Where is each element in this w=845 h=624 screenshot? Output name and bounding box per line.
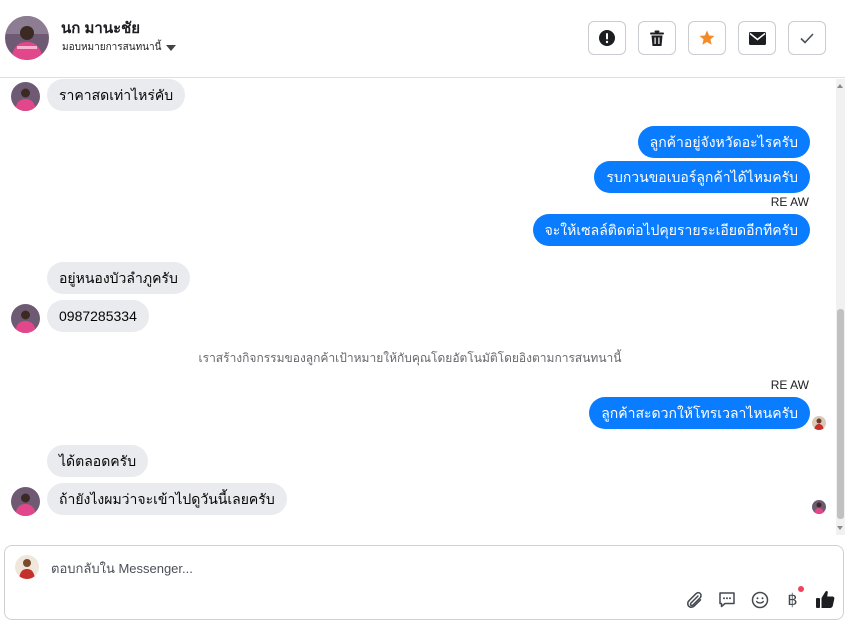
message-thread[interactable]: ราคาสดเท่าไหร่คับ ลูกค้าอยู่จังหวัดอะไรค… [0,79,836,535]
exclamation-icon [599,30,615,46]
mark-done-button[interactable] [788,21,826,55]
system-notice: เราสร้างกิจกรรมของลูกค้าเป้าหมายให้กับคุ… [198,351,622,365]
like-button[interactable] [814,588,837,611]
mark-unread-button[interactable] [738,21,776,55]
contact-avatar-small [11,487,40,516]
envelope-icon [748,31,766,45]
contact-avatar-small [11,82,40,111]
reply-composer: ฿ [4,545,844,620]
seen-indicator-avatar [812,500,826,514]
incoming-message[interactable]: 0987285334 [47,300,149,332]
contact-avatar[interactable] [5,16,49,60]
contact-avatar-small [11,304,40,333]
attach-button[interactable] [682,588,705,611]
conversation-header: นก มานะชัย มอบหมายการสนทนานี้ [0,0,845,78]
thread-scrollbar[interactable] [836,79,845,535]
thumbs-up-icon [816,591,835,608]
sender-tag: RE AW [770,378,809,392]
page-avatar [15,555,39,579]
seen-indicator-avatar [812,416,826,430]
reply-input[interactable] [51,561,651,576]
incoming-message[interactable]: ราคาสดเท่าไหร่คับ [47,79,186,111]
emoji-button[interactable] [748,588,771,611]
outgoing-message[interactable]: จะให้เซลล์ติดต่อไปคุยรายระเอียดอีกทีครับ [532,214,810,246]
scroll-up-arrow-icon[interactable] [837,84,843,88]
assign-conversation-dropdown[interactable]: มอบหมายการสนทนานี้ [62,40,177,55]
star-button[interactable] [688,21,726,55]
saved-replies-button[interactable] [715,588,738,611]
contact-name: นก มานะชัย [61,20,141,37]
composer-tools: ฿ [682,586,837,611]
outgoing-message[interactable]: ลูกค้าสะดวกให้โทรเวลาไหนครับ [589,397,810,429]
assign-label: มอบหมายการสนทนานี้ [62,42,162,53]
star-icon [699,30,715,45]
scroll-thumb[interactable] [837,309,844,519]
outgoing-message[interactable]: ลูกค้าอยู่จังหวัดอะไรครับ [637,126,810,158]
incoming-message[interactable]: ถ้ายังไงผมว่าจะเข้าไปดูวันนี้เลยครับ [47,483,287,515]
delete-button[interactable] [638,21,676,55]
trash-icon [650,30,664,46]
header-actions [588,21,826,55]
scroll-down-arrow-icon[interactable] [837,526,843,530]
incoming-message[interactable]: ได้ตลอดครับ [47,445,149,477]
baht-icon: ฿ [787,590,798,609]
mark-spam-button[interactable] [588,21,626,55]
outgoing-message[interactable]: รบกวนขอเบอร์ลูกค้าได้ไหมครับ [594,161,810,193]
chat-bubble-icon [718,591,735,607]
payment-button[interactable]: ฿ [781,586,804,611]
notification-dot [798,586,804,592]
caret-down-icon [166,44,177,51]
paperclip-icon [686,591,702,608]
check-icon [800,32,814,44]
incoming-message[interactable]: อยู่หนองบัวลำภูครับ [47,262,190,294]
sender-tag: RE AW [770,195,809,209]
smiley-icon [751,591,768,608]
